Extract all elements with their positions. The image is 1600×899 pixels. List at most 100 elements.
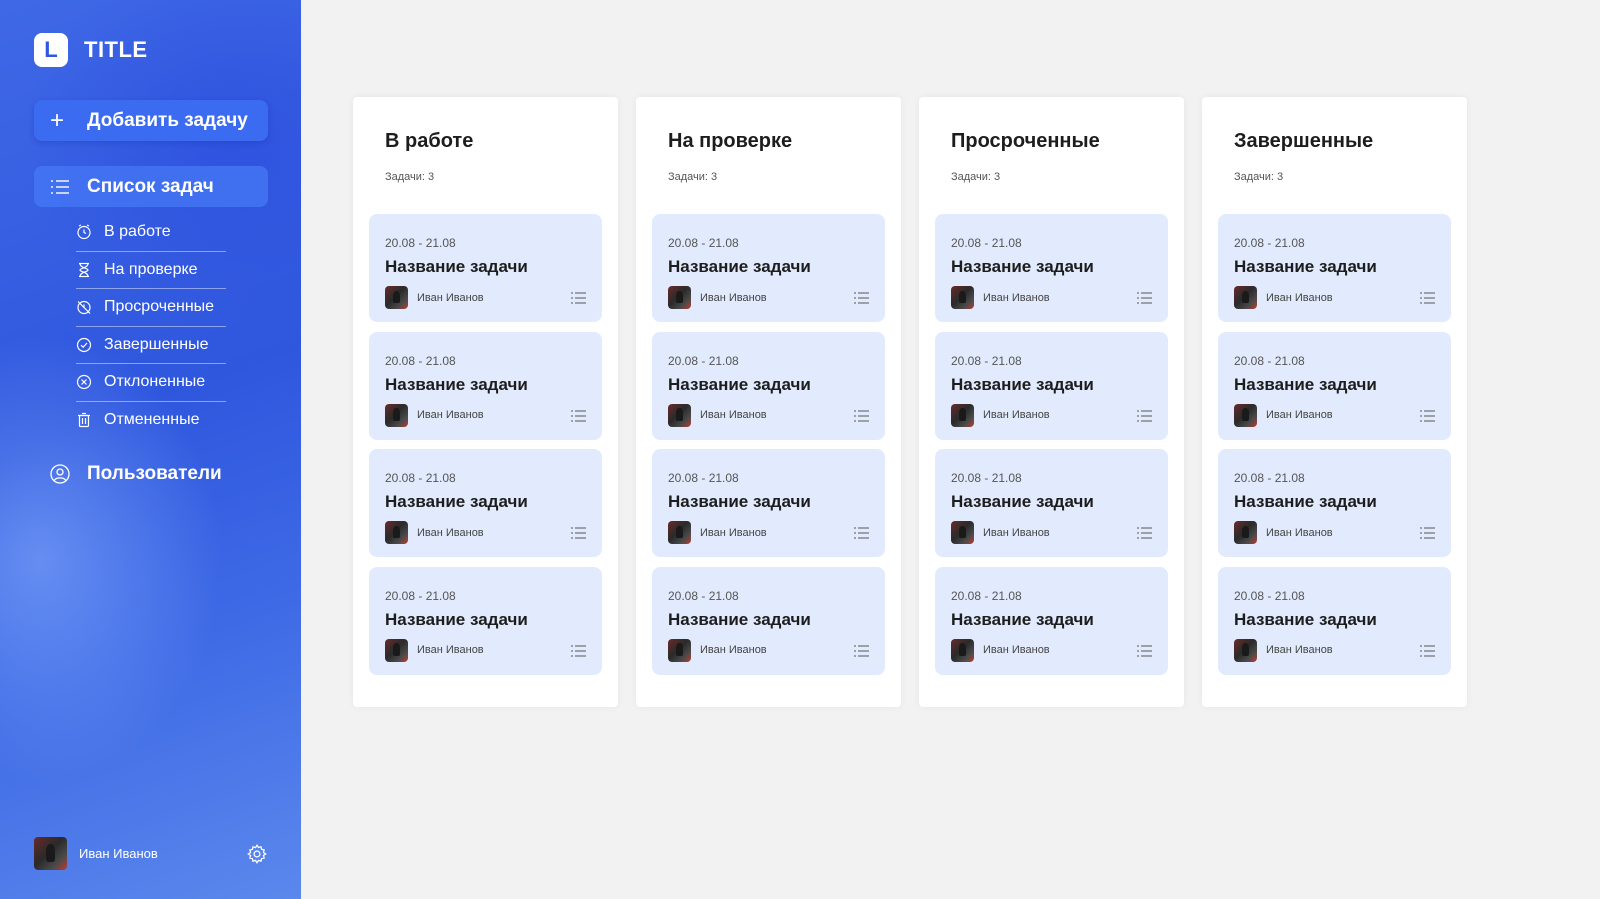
task-assignee: Иван Иванов [951, 403, 1050, 427]
task-assignee: Иван Иванов [385, 403, 484, 427]
task-title: Название задачи [385, 257, 528, 276]
task-menu-icon[interactable] [571, 292, 586, 304]
user-circle-icon [50, 464, 70, 484]
sidebar-item-users[interactable]: Пользователи [50, 463, 222, 485]
task-card[interactable]: 20.08 - 21.08 Название задачи Иван Ивано… [935, 214, 1168, 322]
assignee-name: Иван Иванов [983, 409, 1050, 421]
task-assignee: Иван Иванов [1234, 521, 1333, 544]
sidebar-item-label: В работе [104, 223, 171, 241]
task-title: Название задачи [668, 257, 811, 276]
task-assignee: Иван Иванов [1234, 286, 1333, 309]
user-profile[interactable]: Иван Иванов [34, 837, 268, 870]
x-circle-icon [76, 375, 92, 390]
task-menu-icon[interactable] [571, 645, 586, 657]
task-card[interactable]: 20.08 - 21.08 Название задачи Иван Ивано… [369, 214, 602, 322]
assignee-name: Иван Иванов [983, 526, 1050, 539]
add-task-label: Добавить задачу [87, 109, 248, 131]
task-menu-icon[interactable] [1137, 410, 1152, 422]
assignee-name: Иван Иванов [1266, 526, 1333, 539]
avatar [668, 638, 691, 662]
card-list: 20.08 - 21.08 Название задачи Иван Ивано… [1218, 214, 1451, 684]
assignee-name: Иван Иванов [700, 644, 767, 656]
sidebar-item-label: Завершенные [104, 335, 209, 353]
task-card[interactable]: 20.08 - 21.08 Название задачи Иван Ивано… [369, 331, 602, 440]
task-card[interactable]: 20.08 - 21.08 Название задачи Иван Ивано… [1218, 449, 1451, 557]
task-card[interactable]: 20.08 - 21.08 Название задачи Иван Ивано… [369, 449, 602, 557]
task-dates: 20.08 - 21.08 [1234, 471, 1305, 485]
task-menu-icon[interactable] [1420, 292, 1435, 304]
task-dates: 20.08 - 21.08 [668, 471, 739, 485]
task-assignee: Иван Иванов [951, 521, 1050, 544]
logo-mark: L [34, 33, 68, 67]
column-completed: Завершенные Задачи: 3 20.08 - 21.08 Назв… [1202, 97, 1467, 707]
sidebar-item-overdue[interactable]: Просроченные [76, 289, 226, 327]
task-card[interactable]: 20.08 - 21.08 Название задачи Иван Ивано… [369, 566, 602, 675]
gear-icon[interactable] [246, 843, 268, 865]
task-assignee: Иван Иванов [668, 521, 767, 544]
task-card[interactable]: 20.08 - 21.08 Название задачи Иван Ивано… [652, 566, 885, 675]
avatar [385, 521, 408, 544]
sidebar-item-task-list[interactable]: Список задач [34, 166, 268, 207]
add-task-button[interactable]: + Добавить задачу [34, 100, 268, 141]
avatar [34, 837, 67, 870]
task-menu-icon[interactable] [1420, 527, 1435, 539]
task-card[interactable]: 20.08 - 21.08 Название задачи Иван Ивано… [1218, 331, 1451, 440]
task-title: Название задачи [668, 492, 811, 511]
task-card[interactable]: 20.08 - 21.08 Название задачи Иван Ивано… [652, 449, 885, 557]
sidebar-item-rejected[interactable]: Отклоненные [76, 364, 226, 402]
task-card[interactable]: 20.08 - 21.08 Название задачи Иван Ивано… [652, 214, 885, 322]
column-count: Задачи: 3 [668, 171, 718, 183]
column-overdue: Просроченные Задачи: 3 20.08 - 21.08 Наз… [919, 97, 1184, 707]
task-card[interactable]: 20.08 - 21.08 Название задачи Иван Ивано… [935, 566, 1168, 675]
task-title: Название задачи [1234, 374, 1377, 394]
task-card[interactable]: 20.08 - 21.08 Название задачи Иван Ивано… [652, 331, 885, 440]
avatar [385, 638, 408, 662]
column-review: На проверке Задачи: 3 20.08 - 21.08 Назв… [636, 97, 901, 707]
avatar [951, 286, 974, 309]
task-dates: 20.08 - 21.08 [1234, 236, 1305, 250]
sidebar-item-in-progress[interactable]: В работе [76, 214, 226, 252]
logo[interactable]: L TITLE [34, 33, 148, 67]
task-assignee: Иван Иванов [951, 286, 1050, 309]
list-icon [51, 179, 69, 194]
task-menu-icon[interactable] [1420, 645, 1435, 657]
sidebar-item-review[interactable]: На проверке [76, 252, 226, 289]
task-assignee: Иван Иванов [951, 638, 1050, 662]
task-card[interactable]: 20.08 - 21.08 Название задачи Иван Ивано… [935, 449, 1168, 557]
task-menu-icon[interactable] [854, 527, 869, 539]
task-menu-icon[interactable] [1137, 645, 1152, 657]
task-dates: 20.08 - 21.08 [385, 588, 456, 603]
avatar [1234, 638, 1257, 662]
task-menu-icon[interactable] [1420, 410, 1435, 422]
task-menu-icon[interactable] [571, 527, 586, 539]
task-menu-icon[interactable] [1137, 292, 1152, 304]
task-card[interactable]: 20.08 - 21.08 Название задачи Иван Ивано… [1218, 214, 1451, 322]
hourglass-icon [79, 262, 89, 277]
task-card[interactable]: 20.08 - 21.08 Название задачи Иван Ивано… [1218, 566, 1451, 675]
task-title: Название задачи [951, 257, 1094, 276]
task-menu-icon[interactable] [854, 292, 869, 304]
task-dates: 20.08 - 21.08 [951, 236, 1022, 250]
task-dates: 20.08 - 21.08 [385, 471, 456, 485]
assignee-name: Иван Иванов [417, 409, 484, 421]
task-menu-icon[interactable] [854, 410, 869, 422]
task-dates: 20.08 - 21.08 [1234, 353, 1305, 368]
card-list: 20.08 - 21.08 Название задачи Иван Ивано… [369, 214, 602, 684]
task-assignee: Иван Иванов [668, 403, 767, 427]
column-title: В работе [385, 130, 474, 152]
assignee-name: Иван Иванов [1266, 409, 1333, 421]
avatar [385, 403, 408, 427]
sidebar-item-cancelled[interactable]: Отмененные [76, 402, 226, 440]
task-menu-icon[interactable] [854, 645, 869, 657]
task-menu-icon[interactable] [1137, 527, 1152, 539]
task-title: Название задачи [668, 374, 811, 394]
column-in-progress: В работе Задачи: 3 20.08 - 21.08 Названи… [353, 97, 618, 707]
column-count: Задачи: 3 [385, 171, 435, 183]
avatar [1234, 286, 1257, 309]
check-circle-icon [76, 337, 92, 352]
task-menu-icon[interactable] [571, 410, 586, 422]
users-label: Пользователи [87, 463, 222, 484]
column-count: Задачи: 3 [1234, 171, 1284, 183]
sidebar-item-completed[interactable]: Завершенные [76, 327, 226, 364]
task-card[interactable]: 20.08 - 21.08 Название задачи Иван Ивано… [935, 331, 1168, 440]
